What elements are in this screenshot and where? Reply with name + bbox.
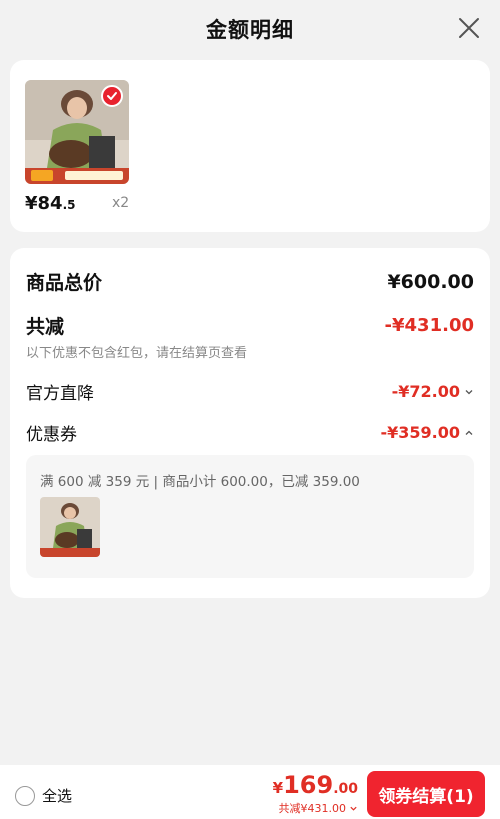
total-discount-row: 共减 -¥431.00 bbox=[26, 312, 474, 339]
select-all[interactable]: 全选 bbox=[15, 785, 72, 806]
checkout-button[interactable]: 领券结算(1) bbox=[367, 771, 485, 817]
coupon-product-image bbox=[40, 497, 100, 557]
total-discount-label: 共减 bbox=[26, 316, 65, 338]
product-price: ¥84.5 bbox=[25, 193, 76, 214]
total-saved: 共减¥431.00 bbox=[273, 800, 358, 816]
product-quantity: x2 bbox=[112, 195, 130, 211]
chevron-down-icon bbox=[465, 389, 473, 394]
product-card: ¥84.5 x2 bbox=[10, 60, 490, 232]
discount-note: 以下优惠不包含红包，请在结算页查看 bbox=[26, 346, 248, 361]
coupon-detail-box: 满 600 减 359 元 | 商品小计 600.00，已减 359.00 bbox=[26, 455, 474, 578]
goods-total-label: 商品总价 bbox=[26, 272, 103, 294]
total-block[interactable]: ¥169.00 共减¥431.00 bbox=[273, 771, 358, 816]
select-all-radio[interactable] bbox=[15, 785, 35, 806]
select-all-label: 全选 bbox=[42, 787, 73, 805]
product-selected-checkbox[interactable] bbox=[101, 85, 123, 107]
chevron-up-icon bbox=[465, 430, 473, 435]
coupon-label: 优惠券 bbox=[26, 425, 77, 445]
official-drop-value-wrap: -¥72.00 bbox=[392, 382, 474, 401]
check-icon bbox=[107, 92, 117, 100]
total-price: ¥169.00 bbox=[272, 771, 358, 799]
coupon-row[interactable]: 优惠券 -¥359.00 bbox=[26, 420, 474, 445]
official-drop-label: 官方直降 bbox=[26, 384, 94, 404]
coupon-value-wrap: -¥359.00 bbox=[380, 423, 474, 442]
chevron-down-icon bbox=[350, 806, 357, 811]
official-drop-value: -¥72.00 bbox=[391, 382, 460, 401]
price-detail-card: 商品总价 ¥600.00 共减 -¥431.00 以下优惠不包含红包，请在结算页… bbox=[10, 248, 490, 598]
bottom-bar: 全选 ¥169.00 共减¥431.00 领券结算(1) bbox=[0, 765, 500, 819]
coupon-value: -¥359.00 bbox=[380, 423, 460, 442]
goods-total-row: 商品总价 ¥600.00 bbox=[26, 268, 474, 295]
modal-title: 金额明细 bbox=[206, 18, 294, 42]
official-drop-row[interactable]: 官方直降 -¥72.00 bbox=[26, 379, 474, 404]
modal-header: 金额明细 bbox=[0, 0, 500, 58]
coupon-detail-text: 满 600 减 359 元 | 商品小计 600.00，已减 359.00 bbox=[40, 474, 360, 490]
close-icon[interactable] bbox=[458, 17, 480, 39]
total-discount-value: -¥431.00 bbox=[384, 315, 474, 336]
goods-total-value: ¥600.00 bbox=[387, 270, 474, 293]
